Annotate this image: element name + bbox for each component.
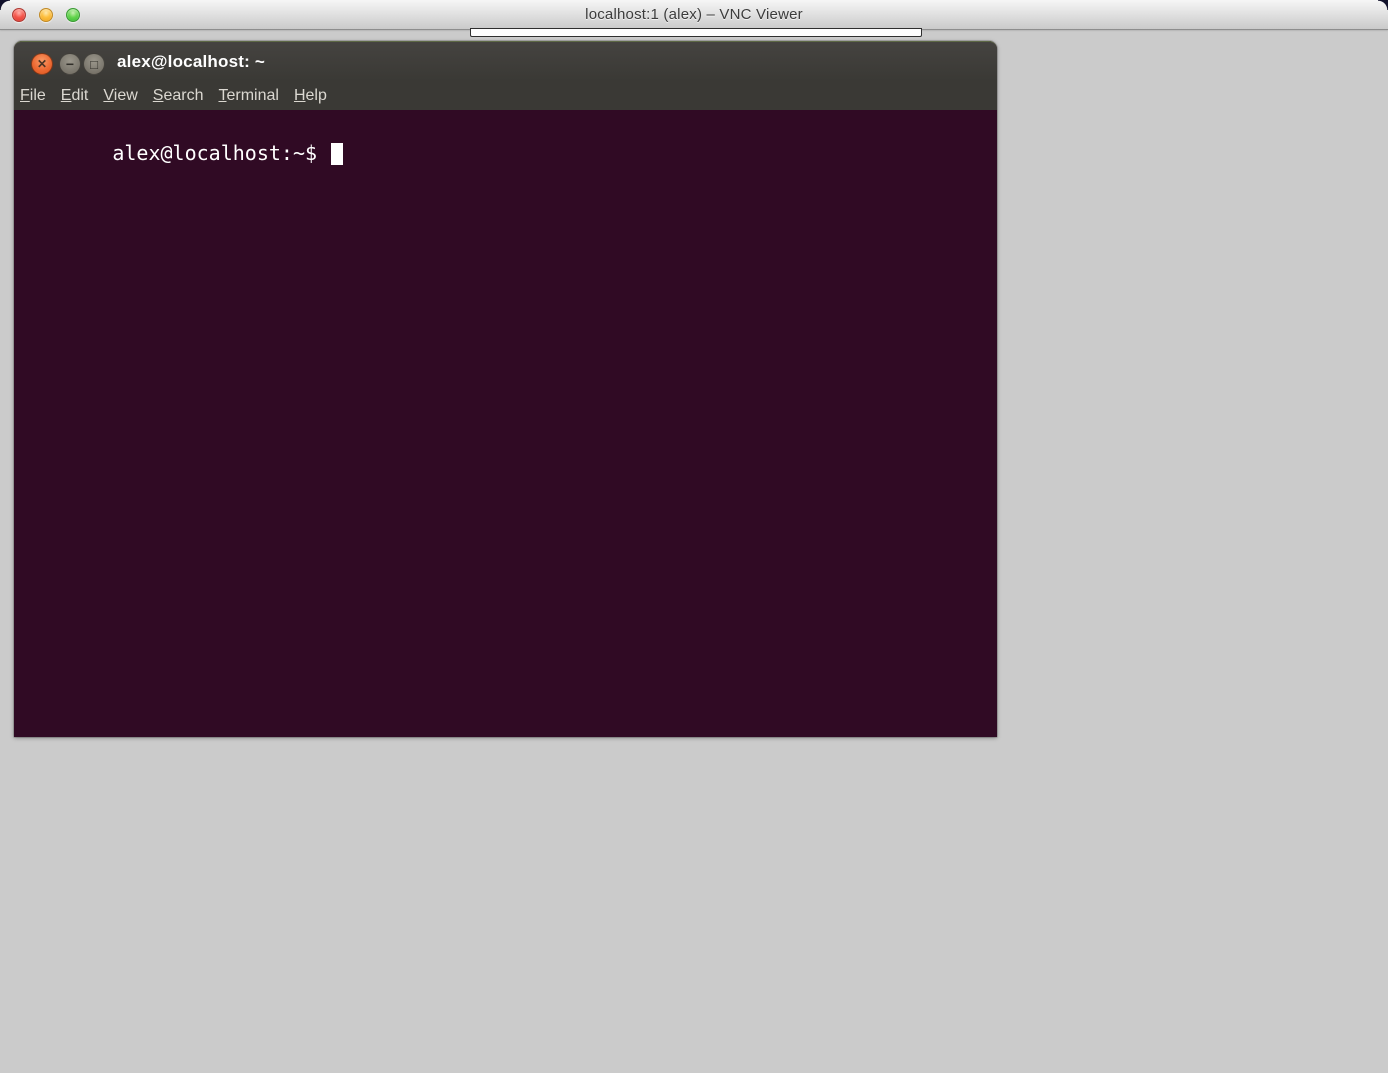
- vnc-window-title: localhost:1 (alex) – VNC Viewer: [0, 0, 1388, 29]
- menu-item-terminal[interactable]: Terminal: [218, 87, 278, 105]
- desktop: localhost:1 (alex) – VNC Viewer alex@loc…: [0, 0, 1388, 1073]
- terminal-screen[interactable]: alex@localhost:~$: [14, 110, 997, 737]
- terminal-cursor: [331, 143, 343, 165]
- menu-item-edit[interactable]: Edit: [61, 87, 89, 105]
- terminal-title: alex@localhost: ~: [117, 42, 265, 82]
- menu-item-search[interactable]: Search: [153, 87, 204, 105]
- terminal-minimize-button[interactable]: [59, 53, 81, 75]
- menu-item-file[interactable]: File: [20, 87, 46, 105]
- vnc-window-titlebar[interactable]: localhost:1 (alex) – VNC Viewer: [0, 0, 1388, 30]
- screen-corner-top-left: [0, 0, 10, 10]
- terminal-window: alex@localhost: ~ File Edit View Search …: [14, 41, 997, 737]
- close-icon: [37, 58, 47, 70]
- menu-item-view[interactable]: View: [103, 87, 137, 105]
- menu-item-help[interactable]: Help: [294, 87, 327, 105]
- terminal-close-button[interactable]: [31, 53, 53, 75]
- terminal-prompt-line: alex@localhost:~$: [16, 114, 997, 192]
- terminal-maximize-button[interactable]: [83, 53, 105, 75]
- shell-prompt: alex@localhost:~$: [112, 141, 317, 165]
- minimize-icon: [66, 57, 74, 71]
- maximize-icon: [90, 58, 98, 71]
- screen-corner-top-right: [1378, 0, 1388, 10]
- terminal-menubar: File Edit View Search Terminal Help: [14, 81, 997, 110]
- vnc-toolbar-tab[interactable]: [470, 28, 922, 37]
- terminal-titlebar[interactable]: alex@localhost: ~: [14, 41, 997, 81]
